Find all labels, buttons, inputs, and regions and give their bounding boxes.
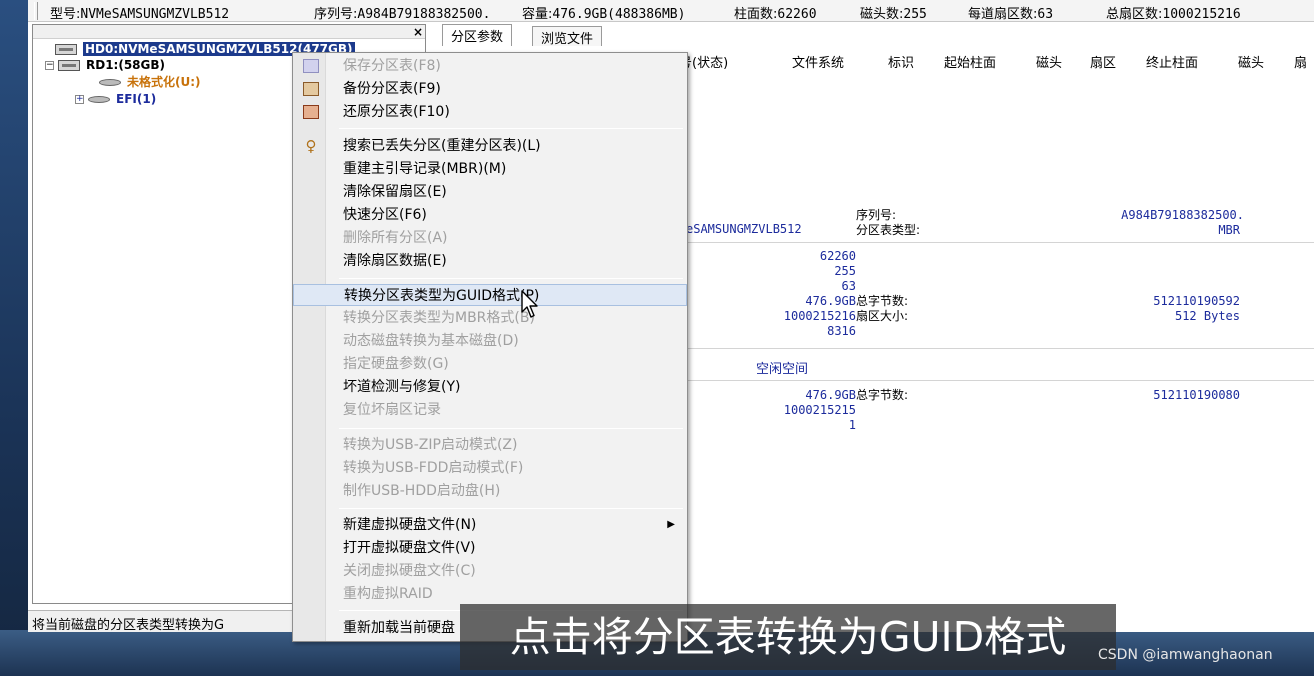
tree-node-efi[interactable]: + EFI(1) [75, 91, 156, 107]
menu-separator [339, 428, 683, 429]
column-filesystem[interactable]: 文件系统 [792, 52, 844, 71]
serial-info: 序列号:A984B79188382500. [314, 7, 491, 22]
disk-info-bar: 型号:NVMeSAMSUNGMZVLB512 序列号:A984B79188382… [28, 0, 1314, 22]
column-flag[interactable]: 标识 [888, 52, 914, 71]
capacity-info: 容量:476.9GB(488386MB) [522, 7, 686, 22]
menu-search-lost-partitions[interactable]: ♀ 搜索已丢失分区(重建分区表)(L) [293, 135, 687, 157]
menu-backup-partition-table[interactable]: 备份分区表(F9) [293, 78, 687, 100]
menu-bad-sector-check[interactable]: 坏道检测与修复(Y) [293, 376, 687, 398]
menu-open-virtual-disk[interactable]: 打开虚拟硬盘文件(V) [293, 537, 687, 559]
column-head[interactable]: 磁头 [1036, 52, 1062, 71]
detail-sector-size-label: 扇区大小: [856, 309, 909, 323]
menu-rebuild-virtual-raid[interactable]: 重构虚拟RAID [293, 583, 687, 605]
menu-close-virtual-disk[interactable]: 关闭虚拟硬盘文件(C) [293, 560, 687, 582]
save-table-icon [303, 59, 319, 73]
rd1-label: RD1:(58GB) [86, 58, 166, 72]
restore-table-icon [303, 105, 319, 119]
total-sectors-info: 总扇区数:1000215216 [1106, 7, 1241, 22]
free-capacity: 476.9GB [805, 388, 856, 402]
tree-panel-header: × [33, 25, 425, 39]
menu-quick-partition[interactable]: 快速分区(F6) [293, 204, 687, 226]
detail-extra-value: 8316 [827, 324, 856, 338]
unformatted-label: 未格式化(U:) [127, 75, 201, 89]
detail-cylinders: 62260 [819, 249, 856, 263]
section-divider [684, 380, 1314, 381]
toolbar-grip[interactable] [34, 2, 38, 20]
column-sector-2[interactable]: 扇 [1294, 52, 1307, 71]
column-start-cylinder[interactable]: 起始柱面 [944, 52, 996, 71]
section-divider [684, 242, 1314, 243]
section-divider [684, 348, 1314, 349]
menu-separator [339, 128, 683, 129]
efi-label: EFI(1) [116, 92, 157, 106]
disk-context-menu: 保存分区表(F8) 备份分区表(F9) 还原分区表(F10) ♀ 搜索已丢失分区(… [292, 52, 688, 642]
menu-new-virtual-disk[interactable]: 新建虚拟硬盘文件(N) ▶ [293, 514, 687, 536]
menu-convert-to-mbr[interactable]: 转换分区表类型为MBR格式(B) [293, 307, 687, 329]
column-end-cylinder[interactable]: 终止柱面 [1146, 52, 1198, 71]
detail-total-sectors: 1000215216 [783, 309, 856, 323]
watermark: CSDN @iamwanghaonan [1098, 647, 1273, 663]
free-sectors: 1000215215 [783, 403, 856, 417]
menu-delete-all-partitions[interactable]: 删除所有分区(A) [293, 227, 687, 249]
menu-separator [339, 278, 683, 279]
menu-convert-to-guid[interactable]: 转换分区表类型为GUID格式(P) [293, 284, 687, 306]
menu-dynamic-to-basic[interactable]: 动态磁盘转换为基本磁盘(D) [293, 330, 687, 352]
cylinders-info: 柱面数:62260 [734, 7, 817, 22]
mouse-cursor-icon [521, 290, 538, 318]
status-text: 将当前磁盘的分区表类型转换为G [32, 618, 225, 632]
menu-specify-disk-params[interactable]: 指定硬盘参数(G) [293, 353, 687, 375]
tab-browse-files[interactable]: 浏览文件 [532, 26, 603, 47]
sectors-per-track-info: 每道扇区数:63 [968, 7, 1054, 22]
detail-sectors-per-track: 63 [841, 279, 856, 293]
backup-table-icon [303, 82, 319, 96]
menu-usb-fdd-mode[interactable]: 转换为USB-FDD启动模式(F) [293, 457, 687, 479]
free-total-bytes-value: 512110190080 [1153, 388, 1240, 402]
partition-icon [88, 96, 110, 103]
menu-clear-sector-data[interactable]: 清除扇区数据(E) [293, 250, 687, 272]
free-total-bytes-label: 总字节数: [856, 388, 909, 402]
menu-make-usb-hdd[interactable]: 制作USB-HDD启动盘(H) [293, 480, 687, 502]
menu-separator [339, 508, 683, 509]
detail-sector-size-value: 512 Bytes [1174, 309, 1240, 323]
free-start: 1 [848, 418, 856, 432]
model-info: 型号:NVMeSAMSUNGMZVLB512 [50, 7, 230, 22]
tree-node-rd1[interactable]: − RD1:(58GB) [45, 57, 165, 73]
detail-total-bytes-label: 总字节数: [856, 294, 909, 308]
detail-model: eSAMSUNGMZVLB512 [686, 222, 802, 236]
column-sector[interactable]: 扇区 [1090, 52, 1116, 71]
expand-icon[interactable]: + [75, 95, 84, 104]
menu-usb-zip-mode[interactable]: 转换为USB-ZIP启动模式(Z) [293, 434, 687, 456]
detail-capacity: 476.9GB [805, 294, 856, 308]
hard-disk-icon [55, 44, 77, 55]
heads-info: 磁头数:255 [860, 7, 927, 22]
tab-partition-params[interactable]: 分区参数 [442, 24, 513, 46]
menu-rebuild-mbr[interactable]: 重建主引导记录(MBR)(M) [293, 158, 687, 180]
detail-serial-value: A984B79188382500. [1121, 208, 1244, 222]
menu-clear-reserved-sectors[interactable]: 清除保留扇区(E) [293, 181, 687, 203]
video-caption: 点击将分区表转换为GUID格式 [460, 604, 1116, 670]
column-head-2[interactable]: 磁头 [1238, 52, 1264, 71]
menu-save-partition-table[interactable]: 保存分区表(F8) [293, 55, 687, 77]
menu-restore-partition-table[interactable]: 还原分区表(F10) [293, 101, 687, 123]
desktop-background-left [0, 0, 28, 676]
detail-pt-type-label: 分区表类型: [856, 223, 921, 237]
caption-text: 点击将分区表转换为GUID格式 [509, 613, 1067, 661]
detail-pt-type-value: MBR [1218, 223, 1240, 237]
search-partition-icon: ♀ [305, 137, 317, 155]
removable-disk-icon [58, 60, 80, 71]
free-space-label: 空闲空间 [756, 362, 809, 377]
submenu-arrow-icon: ▶ [667, 519, 675, 530]
tree-node-unformatted[interactable]: 未格式化(U:) [99, 74, 201, 90]
collapse-icon[interactable]: − [45, 61, 54, 70]
detail-total-bytes-value: 512110190592 [1153, 294, 1240, 308]
detail-heads: 255 [834, 264, 856, 278]
partition-icon [99, 79, 121, 86]
detail-serial-label: 序列号: [856, 208, 897, 222]
close-icon[interactable]: × [413, 25, 423, 39]
menu-reset-bad-sector-record[interactable]: 复位坏扇区记录 [293, 399, 687, 421]
